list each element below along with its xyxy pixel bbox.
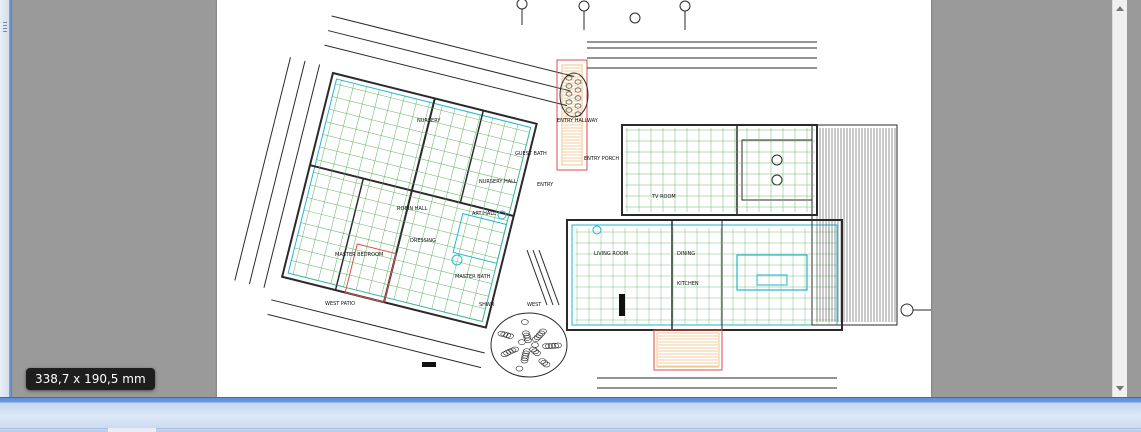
room-label-nursery-hall: NURSERY HALL (479, 179, 517, 185)
room-label-living-room: LIVING ROOM (594, 251, 628, 257)
floor-plan-drawing: NURSERY GUEST BATH ENTRY HALLWAY ENTRY P… (234, 0, 931, 389)
left-panel-rail[interactable] (0, 0, 12, 397)
room-label-kitchen: KITCHEN (677, 281, 699, 287)
room-label-dining: DINING (677, 251, 695, 257)
bottom-toolbar (0, 397, 1141, 432)
scroll-up-arrow-icon[interactable] (1116, 6, 1124, 11)
room-label-entry: ENTRY (537, 182, 554, 188)
room-label-master-bedroom: MASTER BEDROOM (335, 252, 383, 258)
room-label-west-patio: WEST PATIO (325, 301, 355, 307)
scroll-down-arrow-icon[interactable] (1116, 386, 1124, 391)
document-page[interactable]: NURSERY GUEST BATH ENTRY HALLWAY ENTRY P… (217, 0, 931, 397)
room-label-nursery: NURSERY (417, 118, 441, 124)
room-label-art-hall: ART HALL (472, 211, 496, 217)
room-label-robin-hall: ROBIN HALL (397, 206, 428, 212)
document-viewer[interactable]: NURSERY GUEST BATH ENTRY HALLWAY ENTRY P… (12, 0, 1127, 397)
room-label-dressing: DRESSING (410, 238, 436, 244)
room-label-entry-hallway: ENTRY HALLWAY (557, 118, 599, 124)
panel-grip[interactable] (3, 22, 7, 34)
room-label-entry-porch: ENTRY PORCH (584, 156, 619, 162)
page-size-tooltip: 338,7 x 190,5 mm (26, 368, 155, 390)
room-label-shwr: SHWR (479, 302, 495, 308)
vertical-scrollbar[interactable] (1112, 0, 1127, 397)
room-label-guest-bath: GUEST BATH (515, 151, 547, 157)
room-label-west: WEST (527, 302, 542, 308)
room-label-master-bath: MASTER BATH (455, 274, 491, 280)
room-label-tv-room: TV ROOM (651, 194, 676, 200)
toolbar-divider (0, 428, 1141, 429)
toolbar-tab-stub[interactable] (108, 428, 156, 432)
